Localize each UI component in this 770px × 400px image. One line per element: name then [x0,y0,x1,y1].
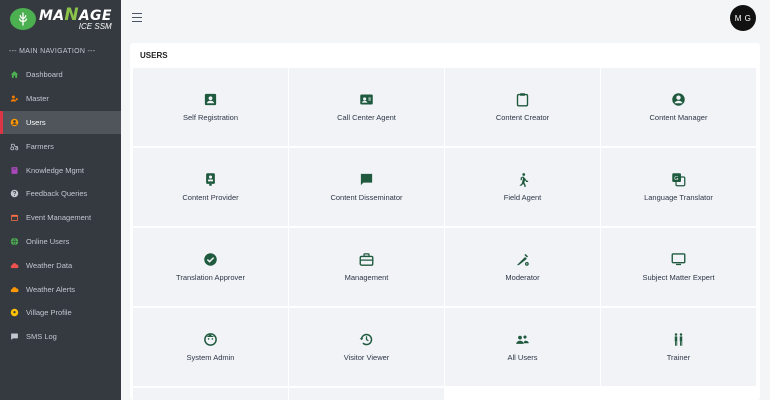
sidebar-item-label: Event Management [26,213,92,223]
sidebar-item-knowledge-mgmt[interactable]: Knowledge Mgmt [0,158,121,182]
tile-label: Moderator [505,273,540,282]
home-icon [10,70,19,79]
tile-content-creator[interactable]: Content Creator [445,68,600,146]
tile-label: All Users [507,353,538,362]
nav-list: Dashboard Master Users Farmers Knowledge… [0,63,121,349]
tile-translation-approver[interactable]: Translation Approver [133,228,288,306]
people-icon [515,332,530,347]
check-circle-icon [203,252,218,267]
sidebar-item-feedback-queries[interactable]: Feedback Queries [0,182,121,206]
tile-all-users[interactable]: All Users [445,308,600,386]
sidebar-item-label: Online Users [26,236,70,246]
sidebar-item-label: Weather Alerts [26,284,76,294]
calendar-icon [10,213,19,222]
tile-label: Subject Matter Expert [642,273,715,282]
sidebar-item-label: Dashboard [26,70,63,80]
sidebar-item-label: Farmers [26,141,54,151]
tile-system-admin[interactable]: System Admin [133,308,288,386]
sidebar-item-label: Weather Data [26,260,73,270]
sidebar-item-users[interactable]: Users [0,110,121,135]
smiley-icon [203,332,218,347]
tile-moderator[interactable]: Moderator [445,228,600,306]
contact-card-icon [359,92,374,107]
question-icon [10,189,19,198]
brand[interactable]: MANAGE ICE SSM [0,0,121,37]
edit-gear-icon [515,252,530,267]
sidebar-item-dashboard[interactable]: Dashboard [0,63,121,87]
history-icon [359,332,374,347]
tile-content-disseminator[interactable]: Content Disseminator [289,148,444,226]
user-circle-icon [10,118,19,127]
sidebar-item-label: Feedback Queries [26,189,88,199]
trainer-icon [671,332,686,347]
walking-person-icon [515,172,530,187]
tile-subject-matter-expert[interactable]: Subject Matter Expert [601,228,756,306]
page-title: USERS [140,51,168,60]
tile-label: Content Disseminator [330,193,403,202]
id-badge-icon [203,92,218,107]
tile-label: Self Registration [182,113,239,122]
tile-label: Trainer [666,353,691,362]
map-pin-icon [10,308,19,317]
sidebar-item-label: Knowledge Mgmt [26,165,84,175]
cloud-icon [10,261,19,270]
plant-logo-icon [10,7,36,30]
tile-content-manager[interactable]: Content Manager [601,68,756,146]
users-card: USERS Self Registration Call Center Agen… [130,43,760,400]
tile-label: Visitor Viewer [343,353,390,362]
brand-name: MANAGE ICE SSM [39,4,112,31]
cloud-alert-icon [10,285,19,294]
sidebar: MANAGE ICE SSM --- MAIN NAVIGATION --- D… [0,0,121,400]
tile-label: Translation Approver [176,273,245,282]
users-cog-icon [10,94,19,103]
tile-self-registration[interactable]: Self Registration [133,68,288,146]
tile-label: Management [344,273,389,282]
svg-text:G: G [674,176,678,182]
sidebar-item-sms-log[interactable]: SMS Log [0,325,121,349]
top-bar: M G [121,0,770,37]
portrait-badge-icon [203,172,218,187]
tile-label: System Admin [186,353,235,362]
clipboard-icon [515,92,530,107]
message-icon [10,332,19,341]
tile-visitor-viewer[interactable]: Visitor Viewer [289,308,444,386]
tile-label: Content Creator [495,113,550,122]
account-circle-icon [671,92,686,107]
tractor-icon [10,142,19,151]
tile-label: Language Translator [644,193,713,202]
globe-icon [10,237,19,246]
chat-icon [359,172,374,187]
sidebar-item-weather-data[interactable]: Weather Data [0,253,121,277]
monitor-icon [671,252,686,267]
sidebar-item-label: Users [26,117,46,127]
sidebar-item-online-users[interactable]: Online Users [0,230,121,254]
sidebar-item-master[interactable]: Master [0,87,121,111]
tile-partial[interactable] [133,388,288,400]
tile-label: Call Center Agent [337,113,396,122]
book-icon [10,166,19,175]
sidebar-item-farmers[interactable]: Farmers [0,134,121,158]
avatar[interactable]: M G [730,5,756,31]
briefcase-icon [359,252,374,267]
tile-label: Content Manager [649,113,708,122]
tile-trainer[interactable]: Trainer [601,308,756,386]
sidebar-item-village-profile[interactable]: Village Profile [0,301,121,325]
sidebar-item-weather-alerts[interactable]: Weather Alerts [0,277,121,301]
sidebar-item-label: SMS Log [26,332,57,342]
tile-language-translator[interactable]: G Language Translator [601,148,756,226]
tile-content-provider[interactable]: Content Provider [133,148,288,226]
tile-management[interactable]: Management [289,228,444,306]
tile-partial[interactable] [289,388,444,400]
tile-label: Content Provider [182,193,239,202]
tile-label: Field Agent [503,193,542,202]
sidebar-item-label: Master [26,94,49,104]
sidebar-item-label: Village Profile [26,308,72,318]
tile-call-center-agent[interactable]: Call Center Agent [289,68,444,146]
nav-header: --- MAIN NAVIGATION --- [9,48,96,55]
tile-field-agent[interactable]: Field Agent [445,148,600,226]
sidebar-item-event-management[interactable]: Event Management [0,206,121,230]
translate-icon: G [671,172,686,187]
menu-toggle-icon[interactable] [132,13,142,22]
